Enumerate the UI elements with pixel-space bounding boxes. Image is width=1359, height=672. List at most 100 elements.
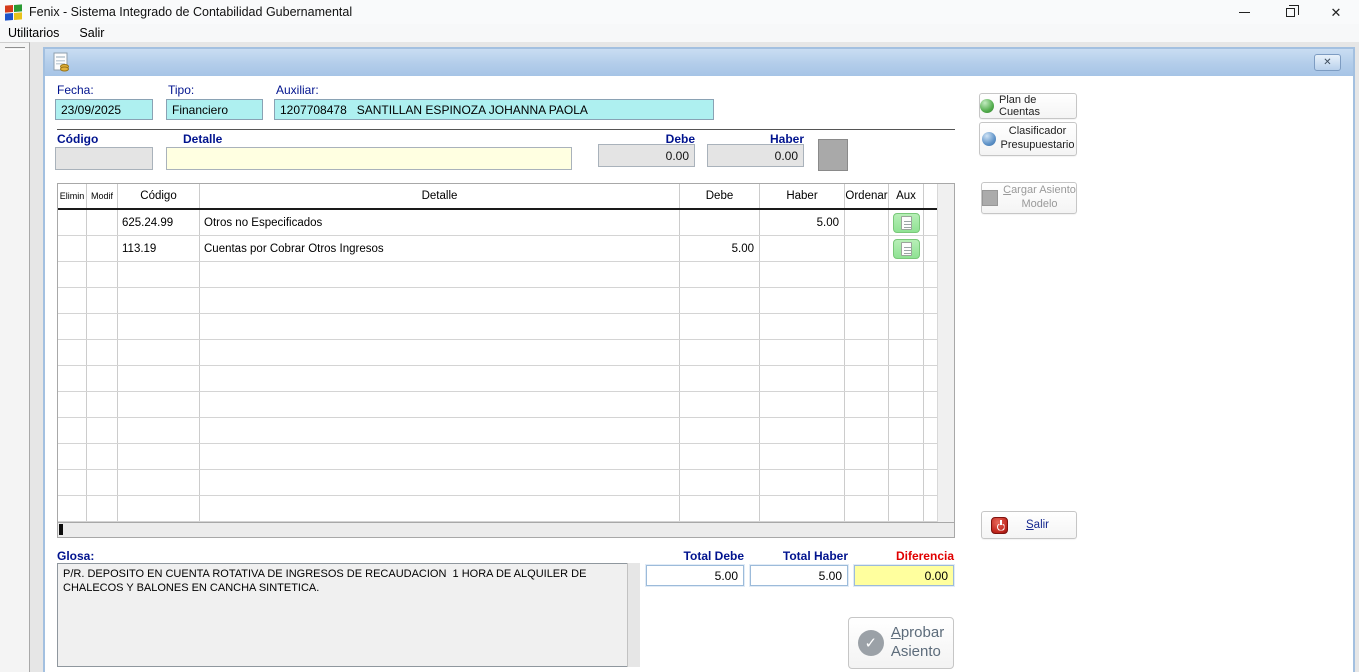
splitter-grip[interactable] [5, 47, 25, 50]
plan-de-cuentas-label: Plan de Cuentas [999, 94, 1076, 118]
grid-cell-elimin [58, 314, 87, 339]
haber-field [707, 144, 804, 167]
cargar-asiento-modelo-button: Cargar Asiento Modelo [981, 182, 1077, 214]
grid-cell-detalle [200, 366, 680, 391]
salir-button[interactable]: Salir [981, 511, 1077, 539]
asiento-window: ✕ Fecha: Tipo: Auxiliar: Código Detalle … [43, 47, 1355, 672]
glosa-textarea[interactable]: P/R. DEPOSITO EN CUENTA ROTATIVA DE INGR… [57, 563, 640, 667]
menu-item-salir[interactable]: Salir [69, 24, 114, 42]
grid-row: 625.24.99Otros no Especificados5.00 [58, 210, 954, 236]
asiento-window-titlebar: ✕ [45, 49, 1353, 76]
grid-cell-ordenar [845, 496, 889, 521]
clasificador-presupuestario-button[interactable]: Clasificador Presupuestario [979, 122, 1077, 156]
grid-cell-aux [889, 236, 924, 261]
child-close-button[interactable]: ✕ [1314, 54, 1341, 71]
grid-cell-haber [760, 496, 845, 521]
aux-button[interactable] [893, 239, 920, 259]
plan-de-cuentas-button[interactable]: Plan de Cuentas [979, 93, 1077, 119]
diferencia-field [854, 565, 954, 586]
gray-square-icon [982, 190, 998, 206]
aprobar-label-line1: Aprobar [891, 624, 944, 643]
grid-cell-debe: 5.00 [680, 236, 760, 261]
grid-cell-haber [760, 444, 845, 469]
separator-line [57, 129, 955, 130]
minimize-icon [1239, 12, 1250, 13]
grid-header-elimin: Elimin [58, 184, 87, 208]
minimize-button[interactable] [1221, 0, 1267, 24]
grid-cell-haber [760, 366, 845, 391]
menu-bar: Utilitarios Salir [0, 24, 1359, 42]
menu-item-utilitarios[interactable]: Utilitarios [0, 24, 69, 42]
total-debe-field [646, 565, 744, 586]
restore-button[interactable] [1267, 0, 1313, 24]
grid-cell-ordenar [845, 262, 889, 287]
grid-cell-modif [87, 236, 118, 261]
grid-cell-haber: 5.00 [760, 210, 845, 235]
grid-cell-codigo [118, 470, 200, 495]
add-entry-button [818, 139, 848, 171]
grid-cell-modif [87, 340, 118, 365]
grid-cell-aux [889, 210, 924, 235]
auxiliar-field[interactable] [274, 99, 714, 120]
grid-cell-debe [680, 340, 760, 365]
detalle-field[interactable] [166, 147, 572, 170]
grid-cell-elimin [58, 444, 87, 469]
grid-horizontal-scrollbar[interactable] [57, 523, 955, 538]
grid-cell-elimin [58, 340, 87, 365]
grid-cell-modif [87, 470, 118, 495]
tipo-field[interactable] [166, 99, 263, 120]
grid-header-ordenar: Ordenar [845, 184, 889, 208]
aux-button[interactable] [893, 213, 920, 233]
grid-vertical-scrollbar[interactable] [937, 184, 954, 522]
grid-cell-detalle [200, 496, 680, 521]
fecha-label: Fecha: [57, 83, 94, 97]
grid-cell-modif [87, 392, 118, 417]
grid-cell-detalle [200, 288, 680, 313]
grid-cell-elimin [58, 496, 87, 521]
auxiliar-label: Auxiliar: [276, 83, 319, 97]
grid-cell-codigo: 113.19 [118, 236, 200, 261]
grid-cell-haber [760, 288, 845, 313]
glosa-scrollbar[interactable] [627, 563, 640, 667]
grid-cell-ordenar [845, 340, 889, 365]
grid-cell-modif [87, 444, 118, 469]
grid-cell-ordenar [845, 236, 889, 261]
aprobar-asiento-button[interactable]: ✓ Aprobar Asiento [848, 617, 954, 669]
close-icon: ✕ [1331, 6, 1342, 19]
grid-cell-debe [680, 470, 760, 495]
grid-cell-codigo [118, 262, 200, 287]
grid-cell-modif [87, 314, 118, 339]
grid-cell-aux [889, 418, 924, 443]
grid-cell-debe [680, 288, 760, 313]
glosa-label: Glosa: [57, 549, 94, 563]
grid-header-debe: Debe [680, 184, 760, 208]
fecha-field[interactable] [55, 99, 153, 120]
total-haber-label: Total Haber [750, 549, 848, 563]
mdi-area: ✕ Fecha: Tipo: Auxiliar: Código Detalle … [0, 42, 1359, 672]
debe-field [598, 144, 695, 167]
grid-cell-elimin [58, 210, 87, 235]
grid-cell-debe [680, 496, 760, 521]
grid-hscroll-thumb[interactable] [59, 524, 63, 535]
grid-cell-modif [87, 210, 118, 235]
grid-cell-ordenar [845, 470, 889, 495]
grid-cell-modif [87, 262, 118, 287]
grid-cell-debe [680, 392, 760, 417]
cargar-label-line2: Modelo [1003, 198, 1076, 212]
codigo-label: Código [57, 132, 98, 146]
green-sphere-icon [980, 99, 994, 113]
grid-cell-codigo [118, 496, 200, 521]
checkmark-icon: ✓ [858, 630, 884, 656]
grid-cell-haber [760, 236, 845, 261]
diferencia-label: Diferencia [854, 549, 954, 563]
grid-cell-codigo [118, 418, 200, 443]
grid-header: EliminModifCódigoDetalleDebeHaberOrdenar… [58, 184, 954, 210]
grid-cell-elimin [58, 418, 87, 443]
child-close-icon: ✕ [1323, 58, 1331, 68]
grid-cell-haber [760, 418, 845, 443]
grid-cell-ordenar [845, 392, 889, 417]
grid-cell-aux [889, 444, 924, 469]
window-title: Fenix - Sistema Integrado de Contabilida… [29, 5, 352, 19]
close-button[interactable]: ✕ [1313, 0, 1359, 24]
grid-row [58, 340, 954, 366]
